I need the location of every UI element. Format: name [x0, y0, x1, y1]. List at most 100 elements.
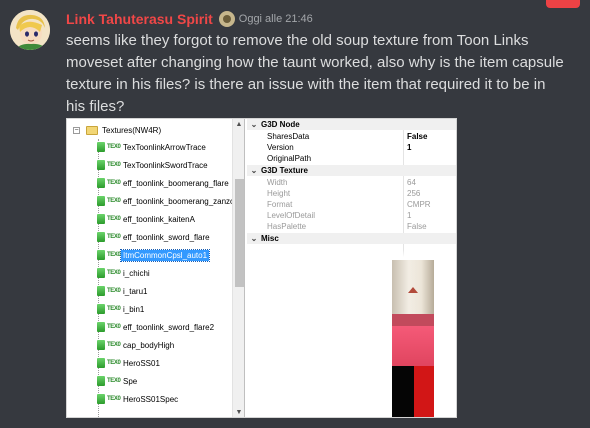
tex0-icon [97, 322, 105, 332]
texture-red-region [414, 366, 434, 417]
property-grid[interactable]: ⌄ G3D Node SharesData False Version 1 Or… [247, 119, 456, 257]
scroll-down-icon[interactable]: ▼ [233, 407, 244, 417]
tex0-icon [97, 250, 105, 260]
category-label: G3D Texture [261, 166, 308, 175]
scroll-thumb[interactable] [235, 179, 244, 287]
collapse-toggle-icon[interactable]: − [73, 126, 80, 134]
chevron-down-icon[interactable]: ⌄ [247, 120, 261, 129]
category-g3d-texture[interactable]: ⌄ G3D Texture [247, 165, 456, 176]
tree-item[interactable]: TEX0 i_taru1 [97, 282, 149, 300]
tree-item-label: i_chichi [123, 268, 150, 278]
tex0-badge: TEX0 [107, 252, 121, 258]
property-row[interactable]: SharesData False [247, 131, 456, 142]
tex0-badge: TEX0 [107, 234, 121, 240]
tex0-icon [97, 268, 105, 278]
tex0-badge: TEX0 [107, 360, 121, 366]
property-value: CMPR [407, 200, 431, 209]
chevron-down-icon[interactable]: ⌄ [247, 234, 261, 243]
chevron-down-icon[interactable]: ⌄ [247, 166, 261, 175]
avatar[interactable] [10, 10, 50, 50]
tree-item[interactable]: TEX0 eff_toonlink_sword_flare2 [97, 318, 216, 336]
tex0-badge: TEX0 [107, 270, 121, 276]
tex0-icon [97, 358, 105, 368]
tree-item[interactable]: TEX0 TexToonlinkArrowTrace [97, 138, 208, 156]
tree-item[interactable]: TEX0 i_chichi [97, 264, 152, 282]
tree-item[interactable]: TEX0 cap_bodyHigh [97, 336, 176, 354]
property-value: False [407, 222, 427, 231]
property-name: HasPalette [267, 222, 307, 231]
message-text: seems like they forgot to remove the old… [66, 32, 564, 115]
property-row: Format CMPR [247, 199, 456, 210]
scroll-up-icon[interactable]: ▲ [233, 119, 244, 131]
tree-item-label: i_taru1 [123, 286, 148, 296]
property-value[interactable]: False [407, 132, 427, 141]
tex0-icon [97, 178, 105, 188]
tree-item-label: i_bin1 [123, 304, 145, 314]
property-name: Width [267, 178, 288, 187]
capsule-texture-preview [392, 260, 434, 417]
tree-item[interactable]: TEX0 HeroSS01 [97, 354, 162, 372]
property-row[interactable]: Version 1 [247, 142, 456, 153]
property-value[interactable]: 1 [407, 143, 411, 152]
tex0-icon [97, 340, 105, 350]
tex0-icon [97, 196, 105, 206]
category-misc[interactable]: ⌄ Misc [247, 233, 456, 244]
tree-item[interactable]: TEX0 HeroSS01Spec [97, 390, 180, 408]
property-row: Height 256 [247, 188, 456, 199]
tex0-badge: TEX0 [107, 324, 121, 330]
tex0-badge: TEX0 [107, 216, 121, 222]
category-g3d-node[interactable]: ⌄ G3D Node [247, 119, 456, 130]
capsule-band [392, 314, 434, 326]
tree-item[interactable]: TEX0 eff_toonlink_boomerang_zanzo [97, 192, 237, 210]
tree-scrollbar[interactable]: ▲ ▼ [232, 119, 244, 417]
avatar-image [10, 10, 50, 50]
property-name: Format [267, 200, 293, 209]
tree-item-label: eff_toonlink_boomerang_flare [123, 178, 229, 188]
role-badge-icon [218, 11, 235, 27]
tree-item-label: HeroSS01 [123, 358, 160, 368]
tree-item[interactable]: TEX0 eff_toonlink_sword_flare [97, 228, 212, 246]
tree-item-label: TexToonlinkSwordTrace [123, 160, 208, 170]
tree-folder-row[interactable]: − Textures(NW4R) [67, 121, 161, 139]
tree-item-label: TexToonlinkArrowTrace [123, 142, 206, 152]
attached-screenshot[interactable]: − Textures(NW4R) TEX0 TexToonlinkArrowTra… [66, 118, 457, 418]
tex0-badge: TEX0 [107, 162, 121, 168]
tex0-badge: TEX0 [107, 306, 121, 312]
message-actions-bar[interactable] [546, 0, 580, 8]
folder-icon [86, 125, 98, 135]
timestamp: Oggi alle 21:46 [238, 13, 313, 25]
tree-item[interactable]: TEX0 i_bin1 [97, 300, 146, 318]
property-name: SharesData [267, 132, 310, 141]
tree-item-selected[interactable]: TEX0 ItmCommonCpsl_auto1 [97, 246, 211, 264]
tex0-badge: TEX0 [107, 342, 121, 348]
tree-item-label: HeroSS01Spec [123, 394, 179, 404]
property-name: OriginalPath [267, 154, 312, 163]
tex0-icon [97, 160, 105, 170]
username[interactable]: Link Tahuterasu Spirit [66, 11, 213, 27]
texture-tree[interactable]: − Textures(NW4R) TEX0 TexToonlinkArrowTra… [67, 119, 245, 417]
tree-item[interactable]: TEX0 eff_toonlink_kaitenA [97, 210, 197, 228]
property-row: LevelOfDetail 1 [247, 210, 456, 221]
capsule-shell-bottom [392, 326, 434, 366]
tex0-badge: TEX0 [107, 144, 121, 150]
tree-item-label: Spe [123, 376, 138, 386]
tree-item-label: eff_toonlink_sword_flare [123, 232, 210, 242]
folder-label: Textures(NW4R) [102, 125, 162, 135]
tex0-icon [97, 394, 105, 404]
tree-item-label: cap_bodyHigh [123, 340, 175, 350]
tex0-badge: TEX0 [107, 396, 121, 402]
tree-item[interactable]: TEX0 Spe [97, 372, 139, 390]
tex0-icon [97, 232, 105, 242]
property-row[interactable]: OriginalPath [247, 153, 456, 164]
tex0-badge: TEX0 [107, 288, 121, 294]
tex0-badge: TEX0 [107, 180, 121, 186]
tex0-badge: TEX0 [107, 378, 121, 384]
tree-item-label: eff_toonlink_sword_flare2 [123, 322, 215, 332]
tree-item-label: eff_toonlink_kaitenA [123, 214, 195, 224]
tree-item[interactable]: TEX0 TexToonlinkSwordTrace [97, 156, 210, 174]
tree-item[interactable]: TEX0 eff_toonlink_boomerang_flare [97, 174, 231, 192]
property-row: Width 64 [247, 177, 456, 188]
category-label: Misc [261, 234, 279, 243]
property-name: Height [267, 189, 291, 198]
property-value: 64 [407, 178, 416, 187]
